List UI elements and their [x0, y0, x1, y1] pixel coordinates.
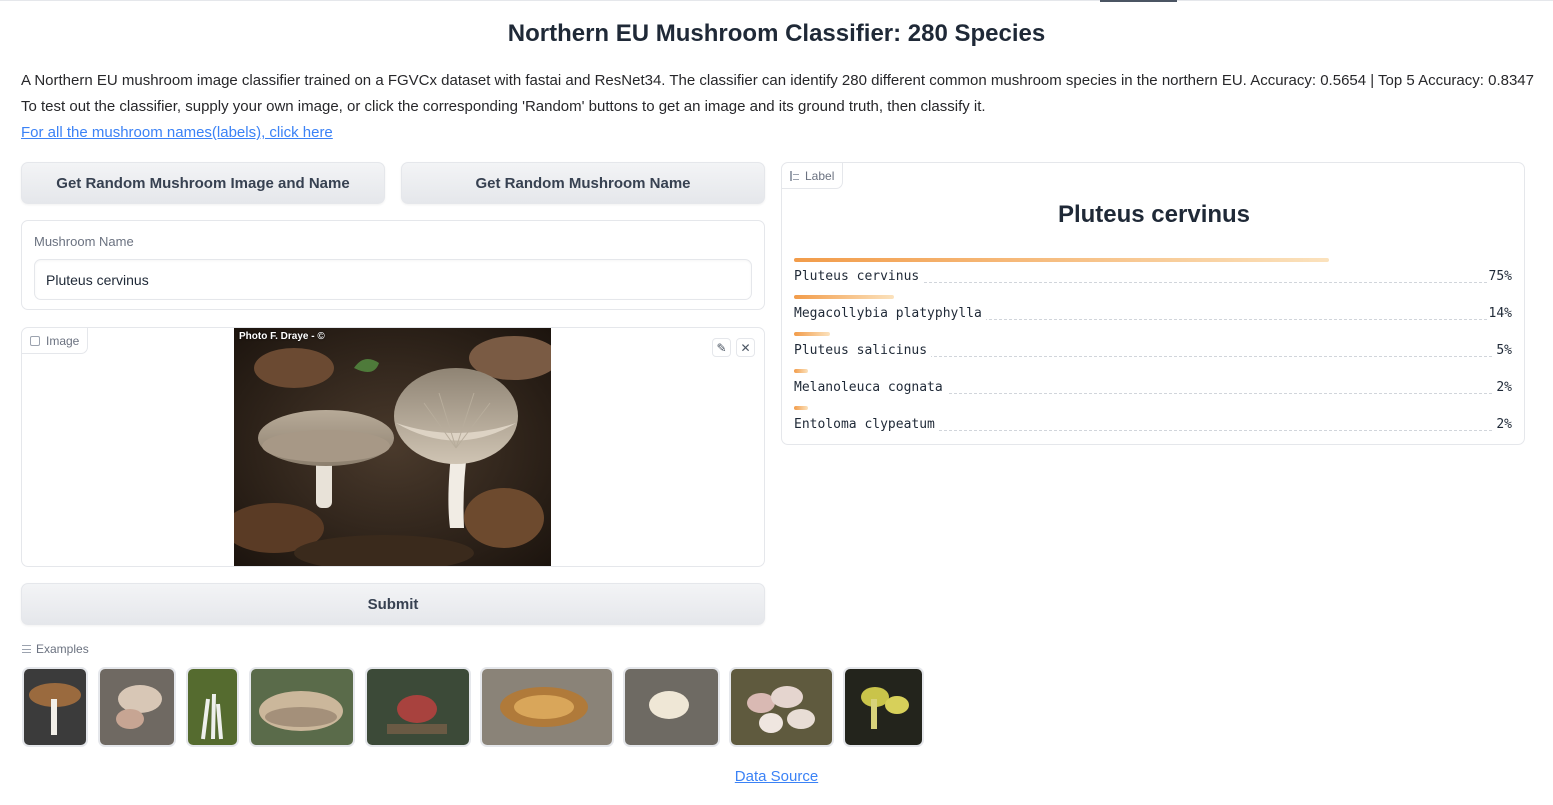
- image-block-tag: Image: [22, 328, 89, 354]
- image-icon: [30, 335, 40, 346]
- confidence-percent: 5%: [1494, 343, 1512, 358]
- label-block-tag: Label: [782, 163, 844, 189]
- confidence-bar: [794, 332, 830, 336]
- close-icon[interactable]: ✕: [736, 338, 755, 357]
- confidence-row: Pluteus cervinus 75%: [794, 258, 1512, 288]
- mushroom-name-label: Mushroom Name: [34, 234, 134, 249]
- confidence-label: Megacollybia platyphylla: [794, 306, 986, 321]
- example-thumbnail[interactable]: [729, 667, 834, 747]
- random-image-and-name-button[interactable]: Get Random Mushroom Image and Name: [21, 162, 385, 204]
- confidence-label: Pluteus cervinus: [794, 269, 924, 284]
- active-tab-indicator: [1100, 0, 1177, 2]
- photo-credit: Photo F. Draye - ©: [239, 331, 325, 342]
- confidence-bar: [794, 406, 808, 410]
- mushroom-name-block: Mushroom Name: [21, 220, 765, 310]
- example-thumbnail[interactable]: [843, 667, 924, 747]
- confidence-percent: 2%: [1494, 417, 1512, 432]
- mushroom-name-input[interactable]: [34, 259, 752, 300]
- confidence-percent: 14%: [1486, 306, 1512, 321]
- confidence-bar: [794, 369, 808, 373]
- image-block-label: Image: [46, 333, 80, 348]
- label-icon: [790, 170, 799, 181]
- example-thumbnail[interactable]: [623, 667, 720, 747]
- confidence-row: Pluteus salicinus 5%: [794, 332, 1512, 362]
- example-thumbnail[interactable]: [22, 667, 88, 747]
- confidence-row: Megacollybia platyphylla 14%: [794, 295, 1512, 325]
- confidence-percent: 75%: [1486, 269, 1512, 284]
- page-title: Northern EU Mushroom Classifier: 280 Spe…: [507, 20, 1046, 47]
- example-thumbnail[interactable]: [186, 667, 239, 747]
- examples-header: Examples: [22, 642, 89, 656]
- confidence-bar: [794, 258, 1329, 262]
- confidence-label: Melanoleuca cognata: [794, 380, 947, 395]
- labels-link[interactable]: For all the mushroom names(labels), clic…: [21, 124, 333, 141]
- description-line-1: A Northern EU mushroom image classifier …: [21, 72, 1534, 89]
- example-thumbnail[interactable]: [98, 667, 176, 747]
- random-name-button[interactable]: Get Random Mushroom Name: [401, 162, 765, 204]
- list-icon: [22, 645, 31, 653]
- example-thumbnail[interactable]: [480, 667, 614, 747]
- confidence-label: Entoloma clypeatum: [794, 417, 939, 432]
- label-block: Label Pluteus cervinus Pluteus cervinus 7…: [781, 162, 1525, 445]
- pencil-icon[interactable]: ✎: [712, 338, 731, 357]
- submit-button[interactable]: Submit: [21, 583, 765, 625]
- confidence-percent: 2%: [1494, 380, 1512, 395]
- label-block-label: Label: [805, 168, 835, 183]
- confidence-bar: [794, 295, 894, 299]
- example-thumbnail[interactable]: [365, 667, 471, 747]
- confidence-row: Melanoleuca cognata 2%: [794, 369, 1512, 399]
- example-thumbnail[interactable]: [249, 667, 355, 747]
- confidence-row: Entoloma clypeatum 2%: [794, 406, 1512, 436]
- description-line-2: To test out the classifier, supply your …: [21, 98, 986, 115]
- top-prediction: Pluteus cervinus: [1057, 201, 1251, 228]
- examples-label: Examples: [36, 642, 89, 656]
- top-divider: [0, 0, 1553, 1]
- confidence-label: Pluteus salicinus: [794, 343, 932, 358]
- data-source-footer: Data Source: [0, 768, 1553, 785]
- image-block[interactable]: Image Photo F. Draye - © ✎ ✕: [21, 327, 765, 567]
- data-source-link[interactable]: Data Source: [735, 768, 818, 785]
- mushroom-photo: Photo F. Draye - ©: [234, 328, 551, 566]
